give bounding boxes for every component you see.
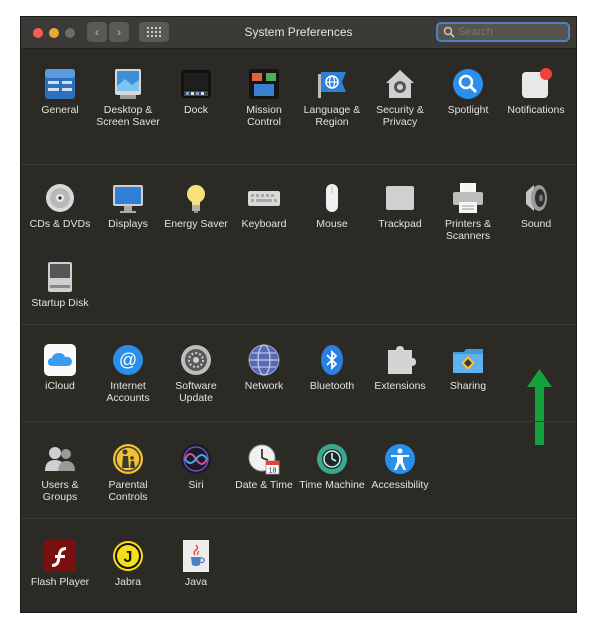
internet-accounts-icon: @ xyxy=(113,345,143,375)
pane-label: Accessibility xyxy=(371,479,429,491)
svg-text:J: J xyxy=(124,549,133,566)
sharing-icon xyxy=(453,349,483,373)
startup-disk-icon xyxy=(48,262,72,292)
siri-icon xyxy=(181,444,211,474)
pane-label: General xyxy=(41,104,79,116)
general-icon xyxy=(45,69,75,99)
printer-icon xyxy=(453,183,483,213)
clock-icon: 18 xyxy=(248,444,280,475)
pane-label: Security & Privacy xyxy=(376,104,424,128)
section-other: Flash Player J Jabra Java xyxy=(21,518,576,612)
pane-label: Network xyxy=(244,380,284,392)
users-icon xyxy=(45,447,75,471)
sound-icon xyxy=(526,185,547,211)
pane-label: Energy Saver xyxy=(164,218,228,230)
language-icon xyxy=(318,72,346,98)
pane-label: Sound xyxy=(520,218,552,230)
pane-label: Users & Groups xyxy=(41,479,79,503)
trackpad-icon xyxy=(386,186,414,210)
pane-label: Mission Control xyxy=(246,104,282,128)
mission-control-icon xyxy=(249,69,279,99)
pane-label: Bluetooth xyxy=(309,380,355,392)
time-machine-icon xyxy=(317,444,347,474)
spotlight-icon xyxy=(453,69,483,99)
accessibility-icon xyxy=(385,444,415,474)
pane-label: Mouse xyxy=(316,218,348,230)
displays-icon xyxy=(113,185,143,213)
flash-icon xyxy=(44,540,76,572)
pane-label: Language & Region xyxy=(303,104,361,128)
svg-text:@: @ xyxy=(119,350,137,370)
icloud-icon xyxy=(44,344,76,376)
pane-label: Startup Disk xyxy=(31,297,89,309)
security-icon xyxy=(386,70,414,98)
pane-label: iCloud xyxy=(45,380,75,392)
pane-label: Java xyxy=(184,576,208,588)
jabra-icon: J xyxy=(113,541,143,571)
pane-label: Sharing xyxy=(449,380,487,392)
pane-label: Software Update xyxy=(175,380,217,404)
pane-label: Printers & Scanners xyxy=(444,218,492,242)
section-hardware: CDs & DVDs Displays Energy Saver Keyboar… xyxy=(21,164,576,445)
pane-label: Siri xyxy=(188,479,204,491)
software-update-icon xyxy=(181,345,211,375)
desktop-icon xyxy=(115,69,141,99)
pane-label: Jabra xyxy=(114,576,142,588)
section-internet: iCloud @ Internet Accounts Software Upda… xyxy=(21,324,576,422)
pane-label: Notifications xyxy=(507,104,565,116)
java-icon xyxy=(183,540,209,572)
pane-label: Flash Player xyxy=(30,576,90,588)
title-bar: ‹ › System Preferences xyxy=(21,17,576,49)
pane-label: Extensions xyxy=(374,380,426,392)
network-icon xyxy=(248,344,280,376)
pane-label: Keyboard xyxy=(241,218,287,230)
keyboard-icon xyxy=(248,191,280,206)
search-input[interactable] xyxy=(436,22,570,42)
bluetooth-icon xyxy=(321,345,343,375)
svg-text:18: 18 xyxy=(269,468,277,475)
pane-label: Parental Controls xyxy=(108,479,148,503)
pane-label: Internet Accounts xyxy=(106,380,150,404)
pane-label: Displays xyxy=(108,218,148,230)
system-preferences-window: ‹ › System Preferences G xyxy=(20,16,577,613)
pane-label: Trackpad xyxy=(378,218,422,230)
pane-label: CDs & DVDs xyxy=(29,218,91,230)
search-icon xyxy=(443,26,455,38)
notifications-icon xyxy=(522,68,552,98)
cd-icon xyxy=(46,184,74,212)
dock-icon xyxy=(181,70,211,98)
pane-label: Date & Time xyxy=(235,479,293,491)
pane-label: Dock xyxy=(184,104,208,116)
pane-label: Spotlight xyxy=(447,104,489,116)
pane-label: Desktop & Screen Saver xyxy=(96,104,160,128)
section-system: Users & Groups Parental Controls Siri 18… xyxy=(21,421,576,519)
mouse-icon xyxy=(326,184,338,212)
energy-saver-icon xyxy=(187,185,205,213)
pane-label: Time Machine xyxy=(299,479,365,491)
parental-controls-icon xyxy=(113,444,143,474)
extensions-icon xyxy=(388,346,416,374)
section-personal: General Desktop & Screen Saver Dock Miss… xyxy=(21,48,576,165)
